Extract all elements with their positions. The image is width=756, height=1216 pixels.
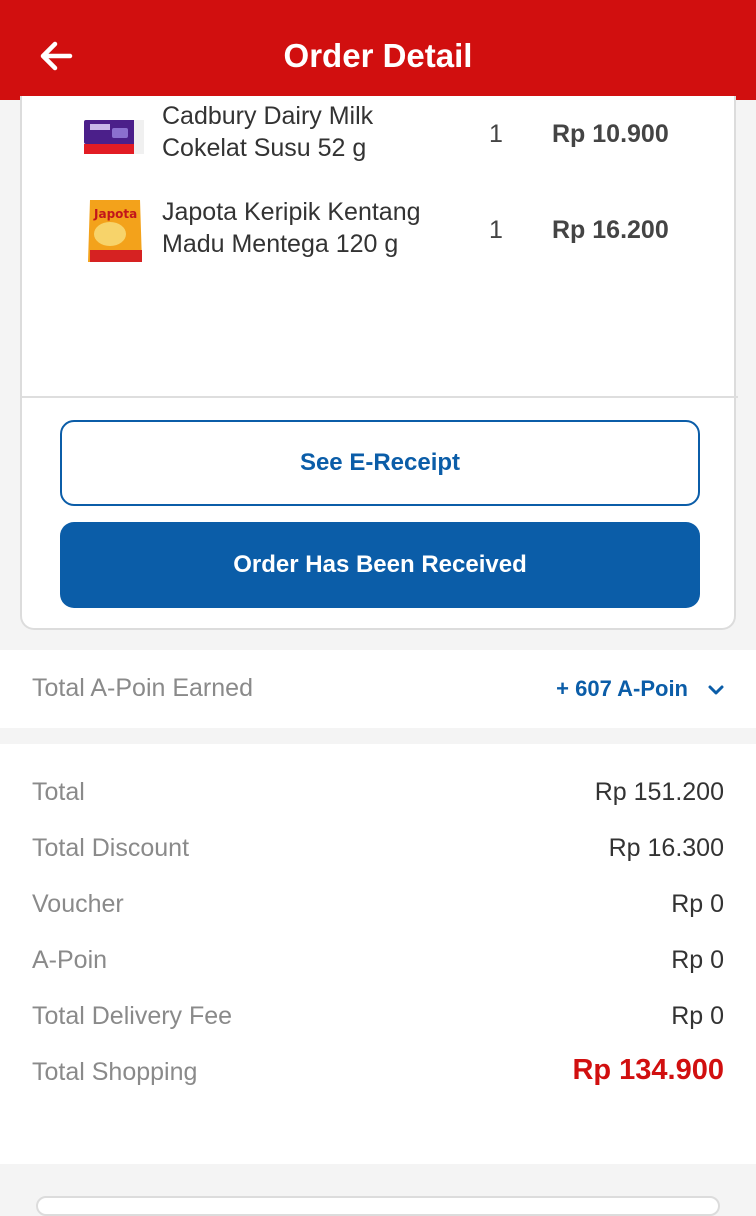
- summary-row-voucher: Voucher Rp 0: [32, 890, 724, 918]
- divider: [22, 396, 738, 398]
- summary-row-total: Total Rp 151.200: [32, 778, 724, 806]
- app-header: Order Detail: [0, 0, 756, 100]
- item-quantity: 1: [489, 216, 503, 244]
- section-gap: [0, 1164, 756, 1200]
- page-title: Order Detail: [283, 37, 473, 74]
- a-poin-earned-label: Total A-Poin Earned: [32, 674, 253, 702]
- order-item: Japota Japota Keripik Kentang Madu Mente…: [22, 196, 738, 276]
- item-quantity: 1: [489, 120, 503, 148]
- order-received-button[interactable]: Order Has Been Received: [60, 522, 700, 608]
- summary-row-discount: Total Discount Rp 16.300: [32, 834, 724, 862]
- svg-text:Japota: Japota: [93, 207, 137, 221]
- order-items-card: Cadbury Dairy Milk Cokelat Susu 52 g 1 R…: [20, 96, 738, 630]
- item-price: Rp 10.900: [552, 120, 669, 148]
- item-price: Rp 16.200: [552, 216, 669, 244]
- order-item: Cadbury Dairy Milk Cokelat Susu 52 g 1 R…: [22, 100, 738, 180]
- chevron-down-icon[interactable]: [706, 680, 726, 700]
- a-poin-earned-value: + 607 A-Poin: [556, 676, 688, 701]
- payment-summary: Total Rp 151.200 Total Discount Rp 16.30…: [0, 744, 756, 1164]
- cadbury-product-icon: [84, 120, 144, 154]
- see-e-receipt-button[interactable]: See E-Receipt: [60, 420, 700, 506]
- japota-product-icon: Japota: [88, 200, 142, 262]
- next-card-edge: [36, 1196, 720, 1216]
- summary-row-delivery-fee: Total Delivery Fee Rp 0: [32, 1002, 724, 1030]
- summary-row-a-poin: A-Poin Rp 0: [32, 946, 724, 974]
- summary-row-total-shopping: Total Shopping Rp 134.900: [32, 1054, 724, 1086]
- item-name: Cadbury Dairy Milk Cokelat Susu 52 g: [162, 102, 374, 162]
- a-poin-earned-row[interactable]: Total A-Poin Earned + 607 A-Poin: [0, 650, 756, 728]
- item-name: Japota Keripik Kentang Madu Mentega 120 …: [162, 198, 421, 258]
